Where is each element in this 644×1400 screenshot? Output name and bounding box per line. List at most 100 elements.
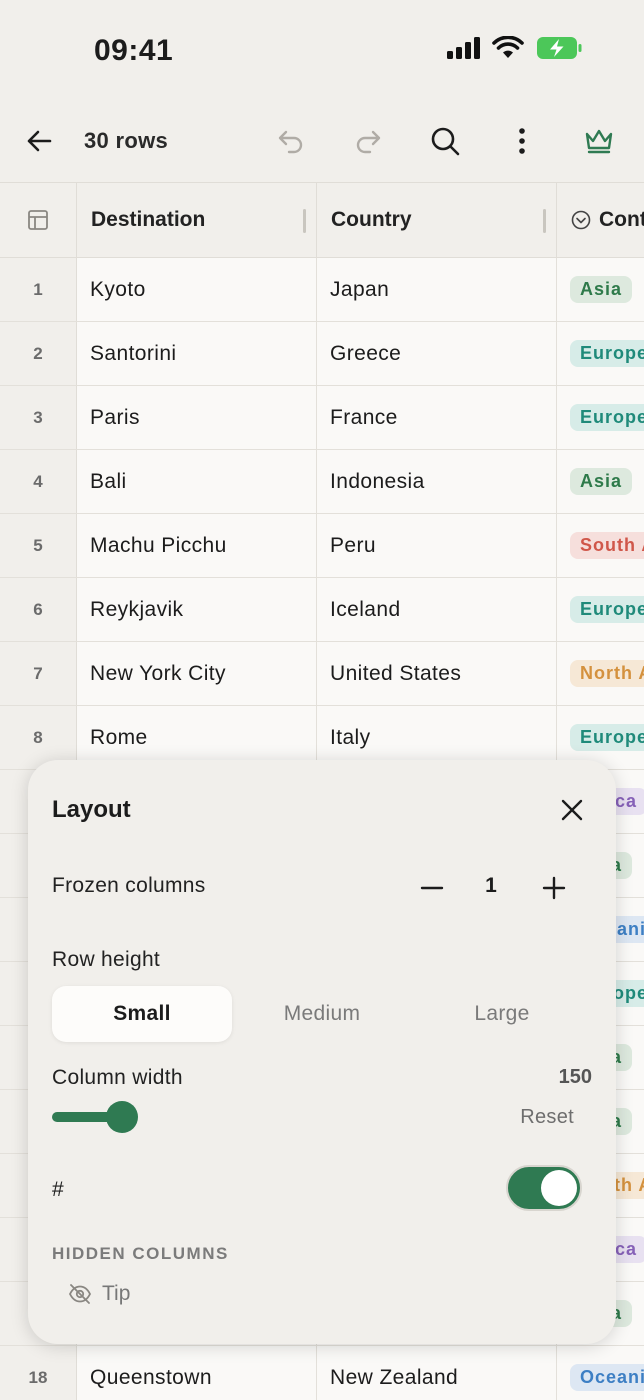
close-icon <box>561 799 583 821</box>
row-number-cell: 2 <box>0 322 77 385</box>
status-time: 09:41 <box>94 34 174 67</box>
column-header-label: Country <box>331 208 412 231</box>
continent-cell[interactable]: Asia <box>557 258 644 321</box>
continent-cell[interactable]: Oceania <box>557 1346 644 1400</box>
layout-sheet: Layout Frozen columns 1 Row height Small… <box>28 760 616 1344</box>
destination-cell[interactable]: Santorini <box>77 322 317 385</box>
country-cell[interactable]: Japan <box>317 258 557 321</box>
row-count-label: 30 rows <box>84 128 169 153</box>
row-number-cell: 5 <box>0 514 77 577</box>
column-width-label: Column width <box>52 1066 183 1089</box>
table-layout-button[interactable] <box>0 183 77 257</box>
continent-badge: Europe <box>570 404 644 431</box>
column-header-continent[interactable]: Continent <box>557 183 644 257</box>
cellular-signal-icon <box>447 37 480 59</box>
frozen-columns-decrement-button[interactable] <box>412 868 452 908</box>
table-row[interactable]: 4 Bali Indonesia Asia <box>0 450 644 514</box>
row-number-label: # <box>52 1178 64 1201</box>
row-height-option-large[interactable]: Large <box>412 986 592 1042</box>
column-header-country[interactable]: Country <box>317 183 557 257</box>
status-icons <box>446 36 582 60</box>
column-header-label: Destination <box>91 208 206 231</box>
column-width-value: 150 <box>558 1066 592 1088</box>
table-icon <box>28 210 48 230</box>
destination-cell[interactable]: New York City <box>77 642 317 705</box>
continent-cell[interactable]: North America <box>557 642 644 705</box>
table-row[interactable]: 7New York CityUnited States North America <box>0 642 644 706</box>
table-row[interactable]: 1 Kyoto Japan Asia <box>0 258 644 322</box>
country-cell[interactable]: Indonesia <box>317 450 557 513</box>
continent-cell[interactable]: Europe <box>557 578 644 641</box>
table-row[interactable]: 18QueenstownNew Zealand Oceania <box>0 1346 644 1400</box>
row-number-cell: 4 <box>0 450 77 513</box>
country-cell[interactable]: United States <box>317 642 557 705</box>
hidden-column-item-tip[interactable]: Tip <box>68 1282 130 1306</box>
more-options-button[interactable] <box>499 118 545 164</box>
country-cell[interactable]: Iceland <box>317 578 557 641</box>
toolbar: 30 rows <box>0 108 644 174</box>
frozen-columns-increment-button[interactable] <box>534 868 574 908</box>
search-icon <box>431 127 460 156</box>
continent-badge: Asia <box>570 468 633 495</box>
undo-icon <box>278 130 303 154</box>
country-cell[interactable]: Greece <box>317 322 557 385</box>
continent-badge: Europe <box>570 340 644 367</box>
plus-icon <box>542 876 566 900</box>
country-cell[interactable]: France <box>317 386 557 449</box>
search-button[interactable] <box>422 118 468 164</box>
table-header-row: Destination Country Continent <box>0 182 644 258</box>
premium-button[interactable] <box>576 118 622 164</box>
hidden-column-label: Tip <box>102 1282 131 1305</box>
table-row[interactable]: 6 Reykjavik Iceland Europe <box>0 578 644 642</box>
row-number-cell: 18 <box>0 1346 77 1400</box>
battery-charging-icon <box>537 37 582 59</box>
column-header-label: Continent <box>599 208 644 231</box>
country-cell[interactable]: Peru <box>317 514 557 577</box>
continent-cell[interactable]: Europe <box>557 322 644 385</box>
continent-cell[interactable]: Europe <box>557 386 644 449</box>
redo-icon <box>356 130 381 154</box>
continent-badge: Europe <box>570 724 644 751</box>
row-height-segmented-control: Small Medium Large <box>52 986 592 1042</box>
row-height-option-small[interactable]: Small <box>52 986 232 1042</box>
destination-cell[interactable]: Machu Picchu <box>77 514 317 577</box>
column-header-destination[interactable]: Destination <box>77 183 317 257</box>
table-row[interactable]: 3 Paris France Europe <box>0 386 644 450</box>
frozen-columns-label: Frozen columns <box>52 874 206 897</box>
column-width-slider-thumb[interactable] <box>106 1101 138 1133</box>
table-row[interactable]: 5Machu PicchuPeru South America <box>0 514 644 578</box>
destination-cell[interactable]: Kyoto <box>77 258 317 321</box>
destination-cell[interactable]: Queenstown <box>77 1346 317 1400</box>
row-number-cell: 3 <box>0 386 77 449</box>
continent-badge: North America <box>570 660 644 687</box>
continent-badge: South America <box>570 532 644 559</box>
table-row[interactable]: 2 Santorini Greece Europe <box>0 322 644 386</box>
row-number-cell: 7 <box>0 642 77 705</box>
reset-button[interactable]: Reset <box>520 1106 574 1129</box>
destination-cell[interactable]: Reykjavik <box>77 578 317 641</box>
back-button[interactable] <box>16 118 62 164</box>
close-button[interactable] <box>552 790 592 830</box>
row-height-label: Row height <box>52 948 161 971</box>
continent-badge: Asia <box>570 276 633 303</box>
destination-cell[interactable]: Paris <box>77 386 317 449</box>
select-type-icon <box>571 210 591 230</box>
row-number-cell: 6 <box>0 578 77 641</box>
row-number-toggle[interactable] <box>506 1165 582 1211</box>
row-height-option-medium[interactable]: Medium <box>232 986 412 1042</box>
country-cell[interactable]: New Zealand <box>317 1346 557 1400</box>
frozen-columns-value: 1 <box>485 874 497 897</box>
undo-button[interactable] <box>268 118 314 164</box>
column-resize-handle[interactable] <box>543 209 546 233</box>
continent-badge: Oceania <box>570 1364 644 1391</box>
continent-cell[interactable]: South America <box>557 514 644 577</box>
hidden-columns-header: HIDDEN COLUMNS <box>52 1244 229 1263</box>
arrow-left-icon <box>27 130 52 152</box>
column-resize-handle[interactable] <box>303 209 306 233</box>
crown-icon <box>585 129 613 154</box>
continent-cell[interactable]: Asia <box>557 450 644 513</box>
sheet-title: Layout <box>52 796 131 823</box>
destination-cell[interactable]: Bali <box>77 450 317 513</box>
redo-button[interactable] <box>345 118 391 164</box>
continent-badge: Europe <box>570 596 644 623</box>
